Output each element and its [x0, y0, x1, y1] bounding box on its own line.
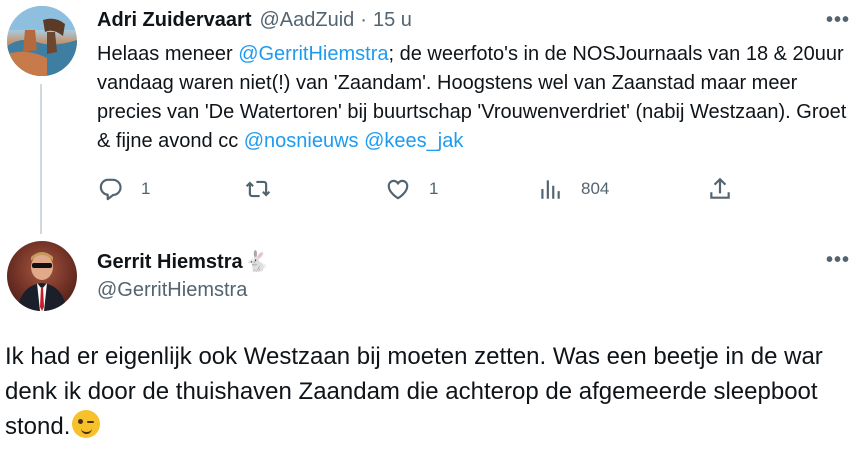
mention-link[interactable]: @kees_jak [364, 130, 463, 152]
more-icon[interactable]: ••• [826, 249, 850, 272]
like-icon [387, 179, 409, 200]
tweet1-header: Adri Zuidervaart @AadZuid · 15 u [97, 9, 412, 32]
separator-dot: · [360, 9, 367, 31]
views-count: 804 [581, 179, 610, 198]
like-count: 1 [429, 179, 439, 198]
winking-face-icon [72, 410, 101, 438]
avatar-image [17, 252, 67, 311]
thread-connector-line [40, 84, 42, 234]
more-icon[interactable]: ••• [826, 9, 850, 32]
tweet-timestamp[interactable]: 15 u [373, 9, 412, 32]
views-button[interactable]: 804 [537, 176, 609, 202]
tweet1-action-bar: 1 1 804 [97, 176, 737, 206]
avatar-gerrit[interactable] [7, 241, 77, 311]
author-handle[interactable]: @GerritHiemstra [97, 279, 247, 302]
avatar-adri[interactable] [7, 6, 77, 76]
author-name[interactable]: Adri Zuidervaart [97, 9, 251, 32]
tweet-text-part: Helaas meneer [97, 43, 239, 65]
mention-link[interactable]: @GerritHiemstra [238, 43, 388, 65]
rabbit-icon: 🐇 [244, 251, 270, 273]
mention-link[interactable]: @nosnieuws [244, 130, 359, 152]
author-name[interactable]: Gerrit Hiemstra [97, 251, 243, 274]
tweet2-text: Ik had er eigenlijk ook Westzaan bij moe… [5, 339, 850, 444]
author-handle[interactable]: @AadZuid [259, 9, 354, 32]
retweet-icon [245, 180, 271, 198]
retweet-button[interactable] [245, 176, 289, 202]
reply-count: 1 [141, 179, 151, 198]
tweet-text: Ik had er eigenlijk ook Westzaan bij moe… [5, 343, 823, 440]
views-icon [541, 180, 560, 199]
share-button[interactable] [707, 176, 733, 202]
like-button[interactable]: 1 [385, 176, 438, 202]
tweet1-text: Helaas meneer @GerritHiemstra; de weerfo… [97, 40, 852, 156]
reply-button[interactable]: 1 [97, 176, 150, 202]
avatar-image [7, 6, 77, 76]
reply-icon [99, 178, 122, 201]
tweet2-header: Gerrit Hiemstra 🐇 [97, 249, 270, 274]
share-icon [710, 177, 730, 199]
